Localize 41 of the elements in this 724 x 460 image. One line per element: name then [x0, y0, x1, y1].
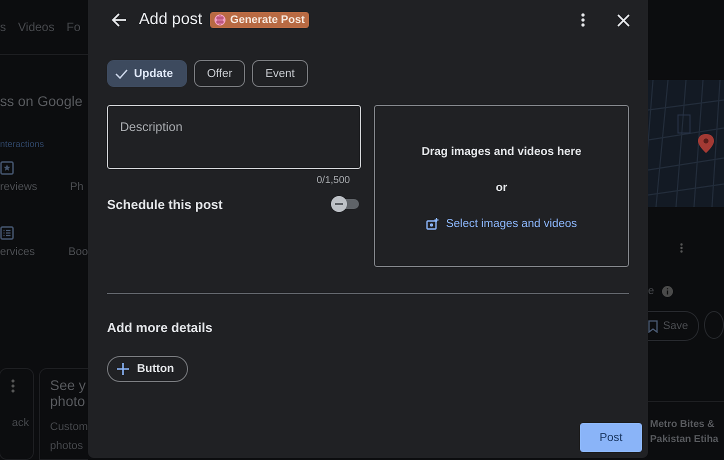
info-label: e — [648, 285, 654, 297]
generate-post-button[interactable]: Generate Post — [210, 12, 309, 28]
back-icon[interactable] — [111, 12, 127, 28]
character-counter: 0/1,500 — [316, 175, 350, 186]
action-label[interactable]: Ph — [70, 181, 84, 193]
bookmark-icon — [648, 320, 658, 332]
plus-icon — [117, 363, 129, 375]
close-icon[interactable] — [617, 14, 630, 26]
action-label[interactable]: Boo — [68, 246, 88, 258]
post-button[interactable]: Post — [580, 423, 642, 452]
card-title: photo — [50, 393, 86, 409]
business-heading: ss on Google — [0, 93, 82, 109]
check-icon — [115, 68, 128, 78]
card-text: photos — [50, 439, 84, 454]
or-text: or — [496, 182, 508, 194]
post-type-chip[interactable]: Update — [107, 60, 187, 87]
add-button-chip[interactable]: Button — [107, 356, 188, 382]
card-text: ack — [12, 416, 29, 431]
more-icon[interactable] — [581, 13, 585, 27]
save-button[interactable]: Save — [648, 311, 700, 341]
select-media-link[interactable]: Select images and videos — [426, 218, 578, 230]
description-field[interactable]: Description — [107, 105, 361, 169]
post-type-chip[interactable]: Offer — [194, 60, 246, 87]
page-tab[interactable]: Fo — [66, 20, 80, 34]
section-heading: Add more details — [107, 320, 212, 335]
schedule-toggle[interactable] — [331, 196, 361, 212]
schedule-label: Schedule this post — [107, 196, 223, 212]
media-drop-zone[interactable]: Drag images and videos here or Select images and videos — [374, 105, 629, 267]
dialog-title: Add post — [139, 11, 202, 29]
info-icon[interactable] — [662, 286, 674, 296]
post-type-chip[interactable]: Event — [252, 60, 308, 87]
card-text: Custom — [50, 420, 88, 435]
place-name: Metro Bites & — [650, 419, 716, 430]
list-icon[interactable] — [0, 226, 14, 240]
add-photo-icon — [426, 218, 439, 230]
drop-hint: Drag images and videos here — [422, 146, 582, 158]
page-tab[interactable]: s — [0, 20, 6, 34]
interactions-link[interactable]: nteractions — [0, 139, 44, 149]
card-title: See y — [50, 377, 86, 393]
place-name: Pakistan Etiha — [650, 434, 720, 445]
page-tab[interactable]: Videos — [18, 20, 54, 34]
